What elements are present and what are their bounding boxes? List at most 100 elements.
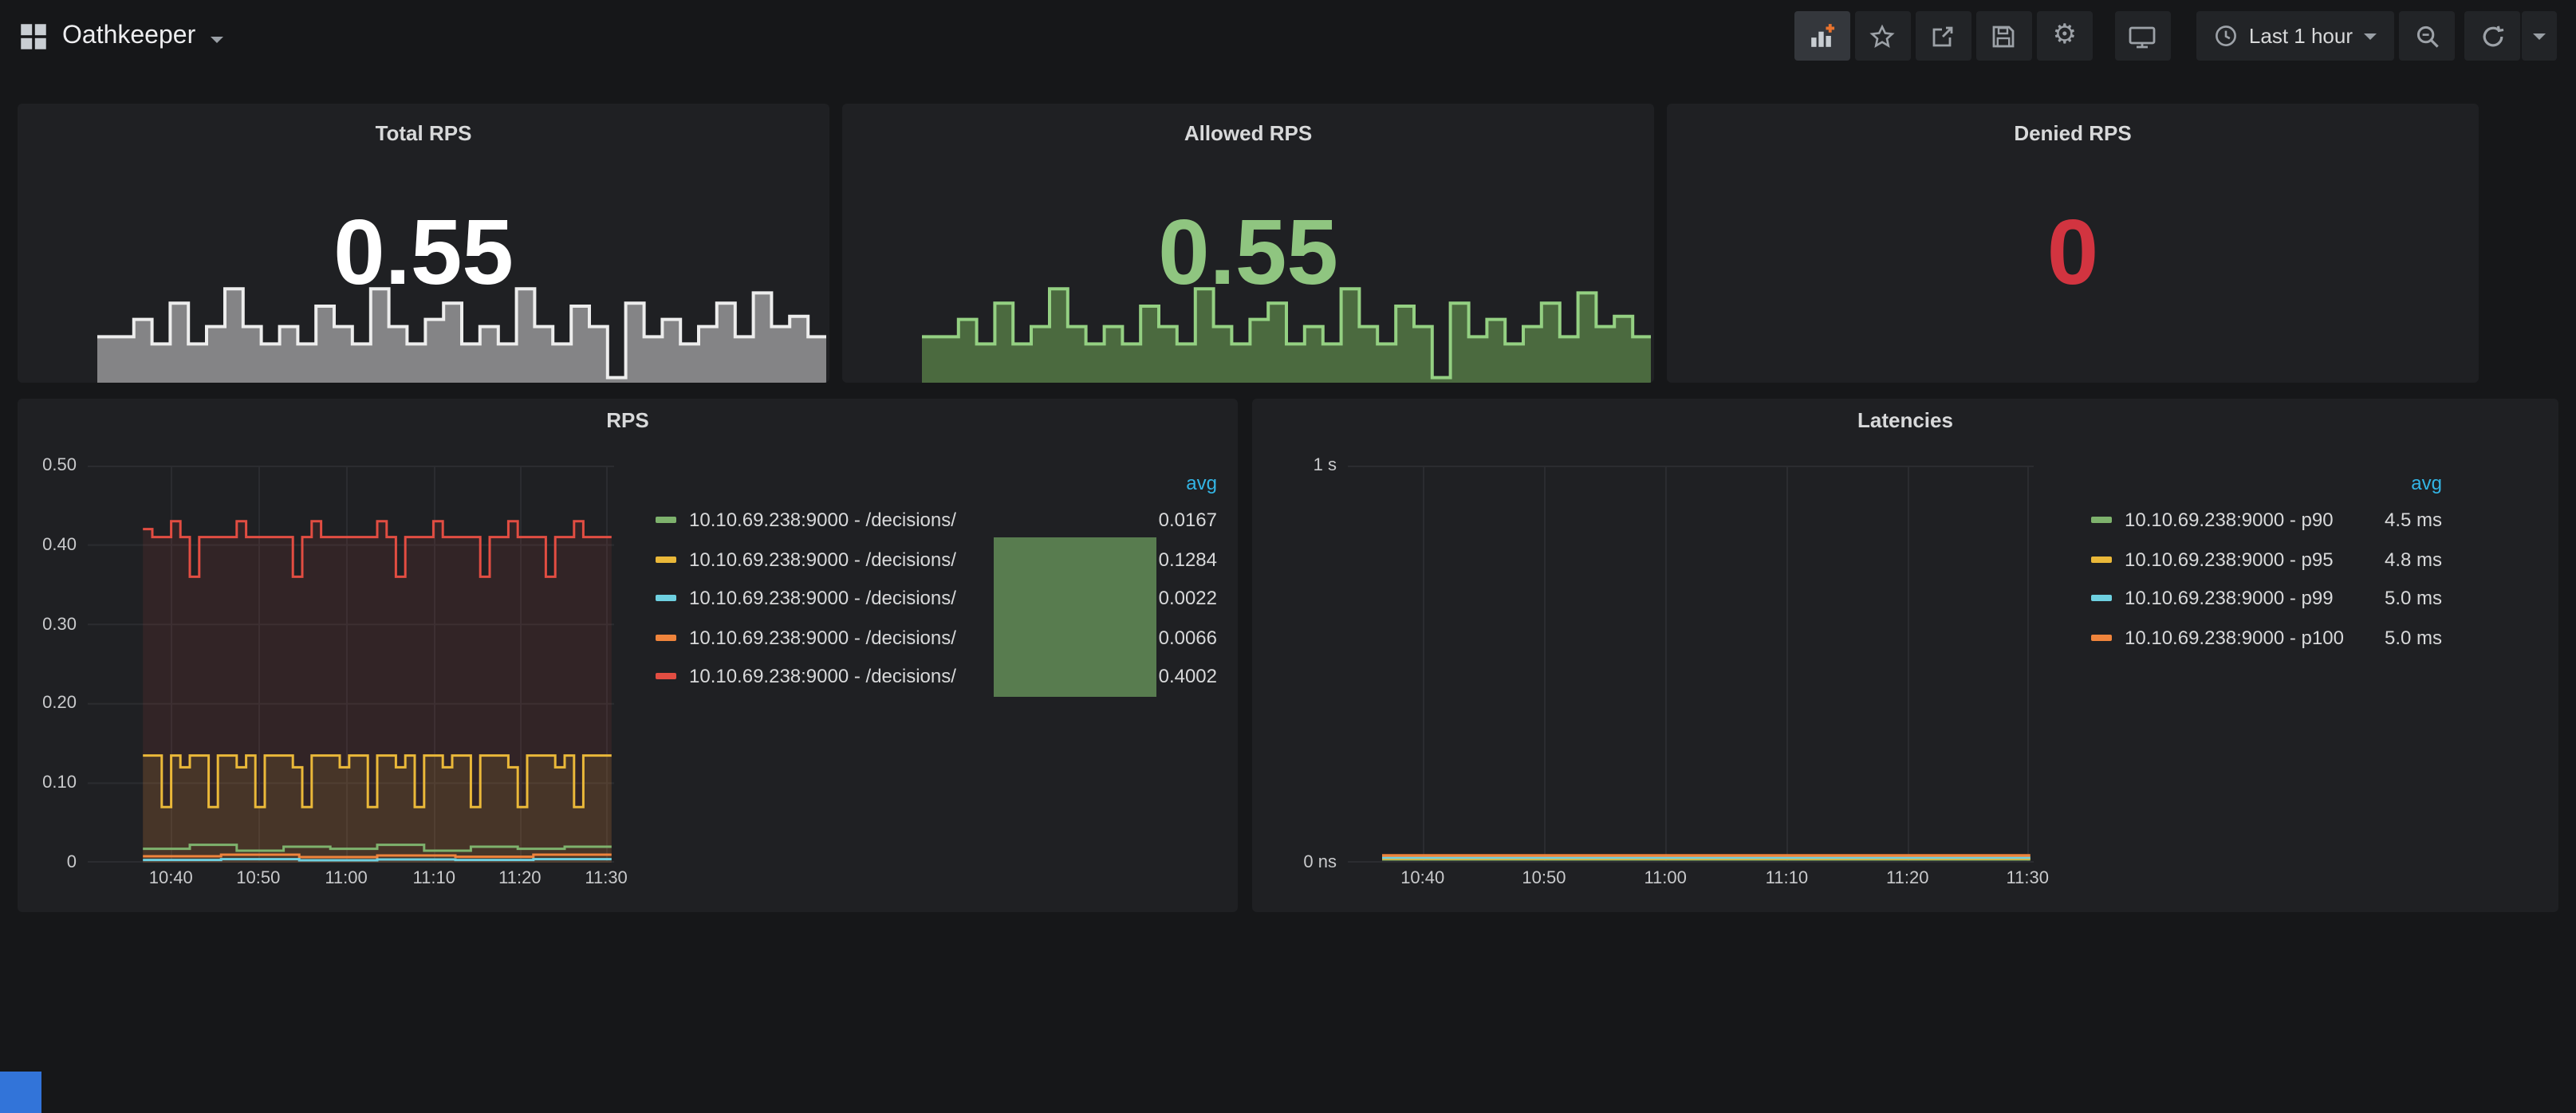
navbar-actions: ⚙ Last 1 hour — [1790, 11, 2557, 61]
refresh-chevron-down-icon — [2533, 33, 2546, 39]
dashboard: Total RPS 0.55 Allowed RPS 0.55 Denied R… — [0, 72, 2576, 912]
legend-row[interactable]: 10.10.69.238:9000 - p100 5.0 ms — [2091, 618, 2442, 657]
x-tick: 10:50 — [236, 869, 280, 888]
dashboard-title[interactable]: Oathkeeper — [62, 22, 195, 50]
charts-row: RPS 0.50 0.40 0.30 0.20 0.10 0 10:40 — [18, 399, 2558, 912]
x-tick: 11:10 — [413, 869, 455, 888]
x-tick: 10:40 — [149, 869, 193, 888]
time-chevron-down-icon — [2364, 33, 2377, 39]
x-tick: 11:10 — [1766, 869, 1808, 888]
series-label: 10.10.69.238:9000 - /decisions/ — [689, 509, 956, 532]
gear-icon: ⚙ — [2053, 22, 2078, 49]
series-label: 10.10.69.238:9000 - p90 — [2125, 509, 2334, 532]
series-color-dash — [656, 596, 676, 602]
panel-title[interactable]: Latencies — [1252, 399, 2558, 443]
panel-title[interactable]: Denied RPS — [1667, 104, 2479, 148]
series-color-dash — [656, 674, 676, 680]
save-icon — [1991, 23, 2017, 49]
series-color-dash — [2091, 517, 2112, 524]
title-chevron-down-icon[interactable] — [210, 36, 223, 42]
series-label: 10.10.69.238:9000 - p95 — [2125, 549, 2334, 571]
zoom-out-button[interactable] — [2399, 11, 2455, 61]
series-label: 10.10.69.238:9000 - /decisions/ — [689, 588, 956, 610]
dashboards-grid-icon[interactable] — [19, 22, 48, 50]
series-label: 10.10.69.238:9000 - /decisions/ — [689, 549, 956, 571]
legend-avg-column[interactable]: avg — [1186, 472, 1217, 494]
rps-chart[interactable] — [88, 466, 614, 863]
redaction-overlay — [994, 537, 1156, 697]
legend-row[interactable]: 10.10.69.238:9000 - p99 5.0 ms — [2091, 579, 2442, 618]
series-label: 10.10.69.238:9000 - /decisions/ — [689, 666, 956, 688]
series-avg-value: 4.5 ms — [2369, 509, 2442, 532]
refresh-group — [2460, 11, 2557, 61]
grid-icon — [19, 22, 48, 50]
star-button[interactable] — [1855, 11, 1911, 61]
legend-row[interactable]: 10.10.69.238:9000 - p95 4.8 ms — [2091, 540, 2442, 579]
settings-button[interactable]: ⚙ — [2037, 11, 2093, 61]
navbar-left: Oathkeeper — [19, 22, 223, 50]
legend-row[interactable]: 10.10.69.238:9000 - /decisions/ 0.0167 — [656, 501, 1217, 540]
time-range-label: Last 1 hour — [2249, 24, 2353, 48]
latencies-graph-body: 1 s 0 ns 10:40 10:50 11:00 11:10 11:20 1… — [1252, 443, 2558, 891]
panel-rps: RPS 0.50 0.40 0.30 0.20 0.10 0 10:40 — [18, 399, 1238, 912]
panel-title[interactable]: Allowed RPS — [842, 104, 1654, 148]
series-color-dash — [656, 556, 676, 563]
legend-avg-column[interactable]: avg — [2411, 472, 2442, 494]
save-button[interactable] — [1976, 11, 2032, 61]
grafana-app: Oathkeeper — [0, 0, 2576, 1113]
y-tick: 0 ns — [1303, 853, 1337, 872]
series-color-dash — [2091, 596, 2112, 602]
refresh-button[interactable] — [2464, 11, 2520, 61]
series-avg-value: 5.0 ms — [2369, 588, 2442, 610]
clock-icon — [2214, 24, 2238, 48]
monitor-icon — [2129, 23, 2157, 49]
y-tick: 0.40 — [42, 536, 77, 555]
y-tick: 0 — [67, 853, 77, 872]
refresh-icon — [2479, 23, 2505, 49]
x-tick: 11:30 — [2007, 869, 2049, 888]
panel-allowed-rps: Allowed RPS 0.55 — [842, 104, 1654, 383]
y-tick: 0.10 — [42, 773, 77, 792]
series-avg-value: 0.0167 — [1143, 509, 1217, 532]
series-color-dash — [656, 517, 676, 524]
stat-value: 0 — [1667, 203, 2479, 305]
legend-row[interactable]: 10.10.69.238:9000 - p90 4.5 ms — [2091, 501, 2442, 540]
latencies-legend: avg 10.10.69.238:9000 - p90 4.5 ms 10.10… — [2091, 466, 2442, 891]
panel-title[interactable]: RPS — [18, 399, 1238, 443]
rps-x-axis: 10:40 10:50 11:00 11:10 11:20 11:30 — [88, 863, 614, 891]
add-panel-icon — [1809, 22, 1836, 49]
add-panel-button[interactable] — [1794, 11, 1850, 61]
x-tick: 11:20 — [1886, 869, 1928, 888]
panel-total-rps: Total RPS 0.55 — [18, 104, 829, 383]
tv-mode-button[interactable] — [2115, 11, 2171, 61]
panel-latencies: Latencies 1 s 0 ns 10:40 10:50 11:00 11:… — [1252, 399, 2558, 912]
magnifier-icon — [2414, 23, 2440, 49]
latencies-x-axis: 10:40 10:50 11:00 11:10 11:20 11:30 — [1348, 863, 2034, 891]
latencies-y-axis: 1 s 0 ns — [1265, 466, 1348, 863]
latencies-chart[interactable] — [1348, 466, 2034, 863]
y-tick: 0.20 — [42, 694, 77, 714]
y-tick: 1 s — [1314, 456, 1337, 475]
panel-title[interactable]: Total RPS — [18, 104, 829, 148]
legend-header: avg — [656, 466, 1217, 501]
corner-help-button[interactable] — [0, 1072, 41, 1113]
x-tick: 10:50 — [1522, 869, 1566, 888]
x-tick: 11:00 — [325, 869, 367, 888]
share-button[interactable] — [1916, 11, 1971, 61]
stats-row: Total RPS 0.55 Allowed RPS 0.55 Denied R… — [18, 104, 2558, 383]
allowed-rps-sparkline — [922, 281, 1651, 383]
series-avg-value: 5.0 ms — [2369, 627, 2442, 649]
star-icon — [1870, 23, 1896, 49]
series-color-dash — [2091, 635, 2112, 641]
x-tick: 11:00 — [1644, 869, 1686, 888]
legend-header: avg — [2091, 466, 2442, 501]
x-tick: 11:20 — [498, 869, 541, 888]
series-label: 10.10.69.238:9000 - p99 — [2125, 588, 2334, 610]
panel-denied-rps: Denied RPS 0 — [1667, 104, 2479, 383]
x-tick: 11:30 — [585, 869, 627, 888]
rps-plot: 10:40 10:50 11:00 11:10 11:20 11:30 — [88, 466, 614, 891]
refresh-interval-button[interactable] — [2522, 11, 2557, 61]
latencies-plot: 10:40 10:50 11:00 11:10 11:20 11:30 — [1348, 466, 2034, 891]
series-label: 10.10.69.238:9000 - p100 — [2125, 627, 2344, 649]
time-picker-button[interactable]: Last 1 hour — [2196, 11, 2394, 61]
